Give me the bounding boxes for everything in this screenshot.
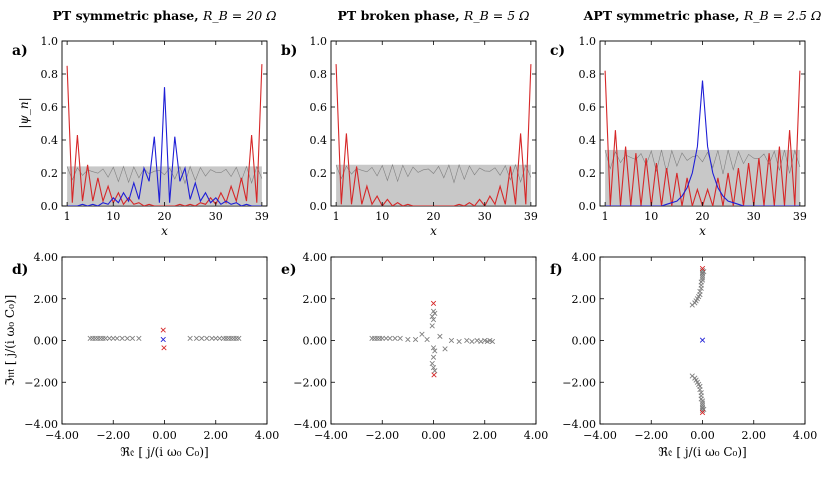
y-tick-label: 2.00 xyxy=(34,293,59,306)
y-tick-label: 0.0 xyxy=(41,200,59,213)
x-tick-label: 1 xyxy=(333,210,340,223)
y-tick-label: 0.6 xyxy=(579,101,597,114)
panel-label: a) xyxy=(12,43,28,59)
x-tick-label: 1 xyxy=(64,210,71,223)
x-tick-label: 4.00 xyxy=(255,429,280,442)
y-tick-label: 0.2 xyxy=(41,167,59,180)
x-tick-label: 39 xyxy=(255,210,269,223)
y-tick-label: 0.2 xyxy=(579,167,597,180)
x-tick-label: 2.00 xyxy=(204,429,229,442)
bulk-states xyxy=(604,149,801,206)
y-tick-label: 0.4 xyxy=(310,134,328,147)
y-tick-label: 0.6 xyxy=(41,101,59,114)
y-axis-label: ℑ𝔪 [ j/(i ω₀ C₀)] xyxy=(3,295,17,387)
panel-label: b) xyxy=(281,43,297,59)
x-axis-label: x xyxy=(430,224,437,238)
x-axis-label: x xyxy=(699,224,706,238)
y-tick-label: 1.0 xyxy=(41,35,59,48)
x-tick-label: 20 xyxy=(158,210,172,223)
y-tick-label: −4.00 xyxy=(562,418,596,431)
x-tick-label: 4.00 xyxy=(524,429,549,442)
y-tick-label: −2.00 xyxy=(24,376,58,389)
y-tick-label: 1.0 xyxy=(579,35,597,48)
x-tick-label: 10 xyxy=(644,210,658,223)
panel-title: PT symmetric phase, R_B = 20 Ω xyxy=(53,8,277,23)
y-tick-label: 4.00 xyxy=(303,251,328,264)
y-tick-label: −2.00 xyxy=(562,376,596,389)
x-axis-label: ℜ𝔢 [ j/(i ω₀ C₀)] xyxy=(120,445,208,459)
panel-label: f) xyxy=(550,262,563,278)
title-main: PT symmetric phase, xyxy=(53,8,203,23)
x-tick-label: 0.00 xyxy=(152,429,177,442)
title-main: APT symmetric phase, xyxy=(583,8,744,23)
y-tick-label: −4.00 xyxy=(293,418,327,431)
x-tick-label: 20 xyxy=(696,210,710,223)
bulk-band xyxy=(605,149,800,206)
x-tick-label: 20 xyxy=(427,210,441,223)
x-tick-label: 10 xyxy=(106,210,120,223)
y-tick-label: 4.00 xyxy=(572,251,597,264)
y-tick-label: 2.00 xyxy=(572,293,597,306)
y-tick-label: −4.00 xyxy=(24,418,58,431)
panel-d: d)−4.00 −2.00 0.00 2.00 4.00−4.00−2.000.002.… xyxy=(3,251,279,459)
x-tick-label: 30 xyxy=(478,210,492,223)
y-tick-label: 0.8 xyxy=(41,68,59,81)
y-tick-label: 0.00 xyxy=(34,335,59,348)
y-tick-label: 0.4 xyxy=(41,134,59,147)
plot-frame xyxy=(330,256,537,425)
x-tick-label: 39 xyxy=(524,210,538,223)
panel-label: c) xyxy=(550,43,565,59)
y-tick-label: 0.4 xyxy=(579,134,597,147)
y-tick-label: 2.00 xyxy=(303,293,328,306)
y-tick-label: 0.8 xyxy=(579,68,597,81)
panel-b: b) PT broken phase, R_B = 5 Ω 1 10 20 30 39 0.0… xyxy=(281,8,538,238)
title-math: R_B = 20 Ω xyxy=(202,8,277,23)
y-tick-label: 1.0 xyxy=(310,35,328,48)
x-tick-label: 0.00 xyxy=(421,429,446,442)
x-tick-label: 39 xyxy=(793,210,807,223)
x-tick-label: 0.00 xyxy=(690,429,715,442)
x-tick-label: 1 xyxy=(602,210,609,223)
panel-label: d) xyxy=(12,262,28,278)
x-tick-label: 2.00 xyxy=(742,429,767,442)
panel-a: a) PT symmetric phase, R_B = 20 Ω 1 10 20 30 3… xyxy=(12,8,276,238)
y-tick-label: 0.2 xyxy=(310,167,328,180)
figure: a) PT symmetric phase, R_B = 20 Ω 1 10 20 30 3… xyxy=(3,8,821,459)
title-main: PT broken phase, xyxy=(338,8,464,23)
panel-c: c) APT symmetric phase, R_B = 2.5 Ω 1 10 20 3… xyxy=(550,8,821,238)
panel-e: e)−4.00 −2.00 0.00 2.00 4.00−4.00−2.000.002.… xyxy=(281,251,548,442)
bulk-band xyxy=(336,164,531,206)
panel-title: PT broken phase, R_B = 5 Ω xyxy=(338,8,530,23)
title-math: R_B = 2.5 Ω xyxy=(743,8,821,23)
y-tick-label: 4.00 xyxy=(34,251,59,264)
x-tick-label: −2.00 xyxy=(365,429,399,442)
title-math: R_B = 5 Ω xyxy=(463,8,530,23)
y-axis-label: |ψ_n| xyxy=(17,97,31,128)
y-tick-label: 0.8 xyxy=(310,68,328,81)
x-tick-label: −2.00 xyxy=(634,429,668,442)
y-tick-label: 0.00 xyxy=(303,335,328,348)
x-tick-label: 4.00 xyxy=(793,429,818,442)
panel-title: APT symmetric phase, R_B = 2.5 Ω xyxy=(583,8,822,23)
x-axis-label: x xyxy=(161,224,168,238)
x-tick-label: 10 xyxy=(375,210,389,223)
x-tick-label: 30 xyxy=(209,210,223,223)
x-axis-label: ℜ𝔢 [ j/(i ω₀ C₀)] xyxy=(658,445,746,459)
panel-f: f)−4.00 −2.00 0.00 2.00 4.00−4.00−2.000.002.… xyxy=(550,251,817,459)
panel-label: e) xyxy=(281,262,297,278)
y-tick-label: 0.0 xyxy=(579,200,597,213)
y-tick-label: 0.0 xyxy=(310,200,328,213)
y-tick-label: −2.00 xyxy=(293,376,327,389)
x-tick-label: −2.00 xyxy=(96,429,130,442)
x-tick-label: 30 xyxy=(747,210,761,223)
x-tick-label: 2.00 xyxy=(473,429,498,442)
y-tick-label: 0.6 xyxy=(310,101,328,114)
y-tick-label: 0.00 xyxy=(572,335,597,348)
bulk-states xyxy=(335,163,532,206)
